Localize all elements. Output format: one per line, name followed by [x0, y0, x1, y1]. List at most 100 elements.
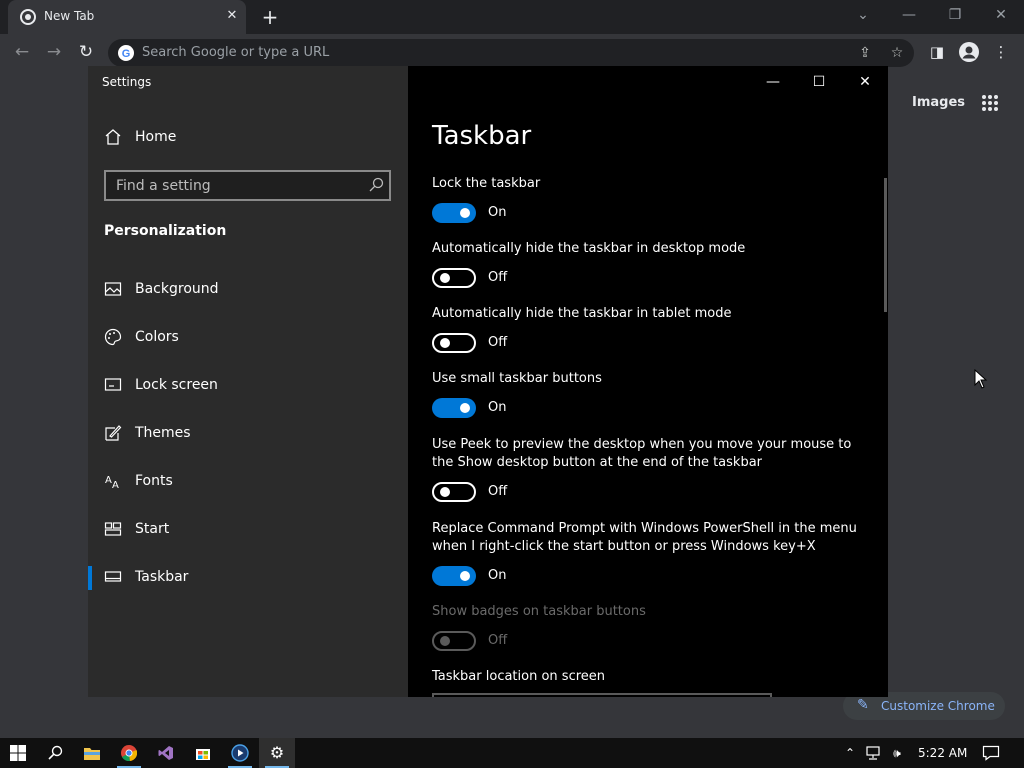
profile-icon[interactable]	[958, 41, 980, 63]
tab-close-icon[interactable]: ✕	[222, 6, 242, 26]
omnibox[interactable]: G Search Google or type a URL ⇪ ☆	[108, 39, 914, 67]
toggle-state: On	[488, 568, 507, 583]
images-link[interactable]: Images	[912, 95, 965, 110]
fonts-icon: AA	[105, 475, 119, 490]
media-player-button[interactable]	[222, 738, 258, 768]
themes-icon	[105, 425, 122, 441]
settings-maximize-button[interactable]: ☐	[796, 66, 842, 98]
sidebar-item-home[interactable]: Home	[88, 116, 408, 160]
toggle-autohide-tablet[interactable]	[432, 333, 476, 353]
setting-label: Replace Command Prompt with Windows Powe…	[432, 521, 857, 554]
palette-icon	[104, 328, 122, 346]
toggle-knob	[460, 571, 470, 581]
toggle-small-buttons[interactable]	[432, 398, 476, 418]
start-icon	[104, 522, 122, 536]
sidebar-item-fonts[interactable]: AA Fonts	[88, 460, 408, 504]
toggle-knob	[460, 208, 470, 218]
setting-label: Taskbar location on screen	[432, 669, 606, 684]
volume-icon[interactable]: 🕪	[888, 738, 906, 768]
toggle-state: On	[488, 205, 507, 220]
network-icon[interactable]	[864, 745, 882, 761]
toggle-knob	[440, 338, 450, 348]
customize-chrome-label: Customize Chrome	[881, 699, 995, 713]
settings-window-title: Settings	[102, 75, 152, 89]
toggle-autohide-desktop[interactable]	[432, 268, 476, 288]
side-panel-icon[interactable]: ◨	[926, 41, 948, 63]
toggle-state: Off	[488, 633, 508, 648]
setting-label: Use small taskbar buttons	[432, 371, 602, 386]
sidebar-item-label: Start	[135, 521, 170, 537]
svg-text:A: A	[105, 475, 112, 486]
new-tab-button[interactable]: +	[258, 6, 282, 30]
toggle-badges	[432, 631, 476, 651]
pencil-icon: ✎	[857, 697, 869, 713]
find-setting-input[interactable]: Find a setting	[104, 170, 391, 201]
image-icon	[104, 282, 122, 296]
toggle-knob	[440, 487, 450, 497]
toggle-state: Off	[488, 335, 508, 350]
toggle-peek[interactable]	[432, 482, 476, 502]
reload-button[interactable]: ↻	[74, 40, 98, 64]
browser-close-button[interactable]: ✕	[978, 0, 1024, 30]
scrollbar-thumb[interactable]	[884, 178, 887, 312]
settings-content: — ☐ ✕ Taskbar Lock the taskbar On Automa…	[408, 66, 888, 697]
omnibox-placeholder: Search Google or type a URL	[142, 45, 330, 60]
windows-logo-icon	[10, 745, 26, 761]
toggle-lock-taskbar[interactable]	[432, 203, 476, 223]
svg-text:G: G	[122, 48, 131, 60]
file-explorer-button[interactable]	[74, 738, 110, 768]
tab-title: New Tab	[44, 9, 95, 23]
sidebar-item-start[interactable]: Start	[88, 508, 408, 552]
settings-icon: ⚙	[269, 743, 285, 762]
visual-studio-icon	[158, 746, 173, 760]
browser-minimize-button[interactable]: —	[886, 0, 932, 30]
settings-taskbar-button[interactable]: ⚙	[259, 738, 295, 768]
visual-studio-button[interactable]	[148, 738, 184, 768]
share-icon[interactable]: ⇪	[856, 44, 874, 62]
svg-text:A: A	[112, 480, 119, 490]
file-explorer-icon	[84, 748, 100, 760]
back-button[interactable]: ←	[10, 40, 34, 64]
toggle-state: On	[488, 400, 507, 415]
show-hidden-icons-icon[interactable]: ⌃	[842, 738, 858, 768]
bookmark-star-icon[interactable]: ☆	[888, 44, 906, 62]
sidebar-item-label: Background	[135, 281, 219, 297]
store-button[interactable]	[185, 738, 221, 768]
section-heading: Personalization	[104, 223, 227, 239]
media-player-icon	[231, 744, 249, 762]
setting-label: Use Peek to preview the desktop when you…	[432, 437, 852, 470]
home-icon	[105, 129, 121, 145]
sidebar-item-label: Taskbar	[135, 569, 189, 585]
taskbar-icon	[104, 571, 122, 582]
settings-close-button[interactable]: ✕	[842, 66, 888, 98]
forward-button[interactable]: →	[42, 40, 66, 64]
setting-label: Lock the taskbar	[432, 176, 541, 191]
windows-taskbar: ⚙ ⌃ 🕪 5:22 AM	[0, 738, 1024, 768]
setting-label: Show badges on taskbar buttons	[432, 604, 646, 619]
sidebar-item-background[interactable]: Background	[88, 268, 408, 312]
sidebar-item-colors[interactable]: Colors	[88, 316, 408, 360]
search-icon	[369, 177, 384, 192]
setting-label: Automatically hide the taskbar in tablet…	[432, 306, 732, 321]
toggle-powershell[interactable]	[432, 566, 476, 586]
toggle-state: Off	[488, 484, 508, 499]
sidebar-item-themes[interactable]: Themes	[88, 412, 408, 456]
action-center-icon[interactable]	[982, 745, 1000, 761]
clock[interactable]: 5:22 AM	[918, 738, 967, 768]
sidebar-item-label: Colors	[135, 329, 179, 345]
tab-new-tab[interactable]: New Tab ✕	[8, 0, 246, 34]
taskbar-location-dropdown[interactable]	[432, 693, 772, 697]
sidebar-item-taskbar[interactable]: Taskbar	[88, 556, 408, 600]
start-button[interactable]	[0, 738, 36, 768]
sidebar-item-lock-screen[interactable]: Lock screen	[88, 364, 408, 408]
chrome-icon	[121, 745, 138, 762]
chrome-taskbar-button[interactable]	[111, 738, 147, 768]
browser-restore-button[interactable]: ❐	[932, 0, 978, 30]
sidebar-item-label: Themes	[135, 425, 191, 441]
browser-menu-icon[interactable]: ⋮	[990, 41, 1012, 63]
settings-minimize-button[interactable]: —	[750, 66, 796, 98]
search-button[interactable]	[37, 738, 73, 768]
google-apps-icon[interactable]	[982, 95, 998, 111]
tab-search-icon[interactable]: ⌄	[840, 0, 886, 30]
store-icon	[196, 749, 210, 760]
